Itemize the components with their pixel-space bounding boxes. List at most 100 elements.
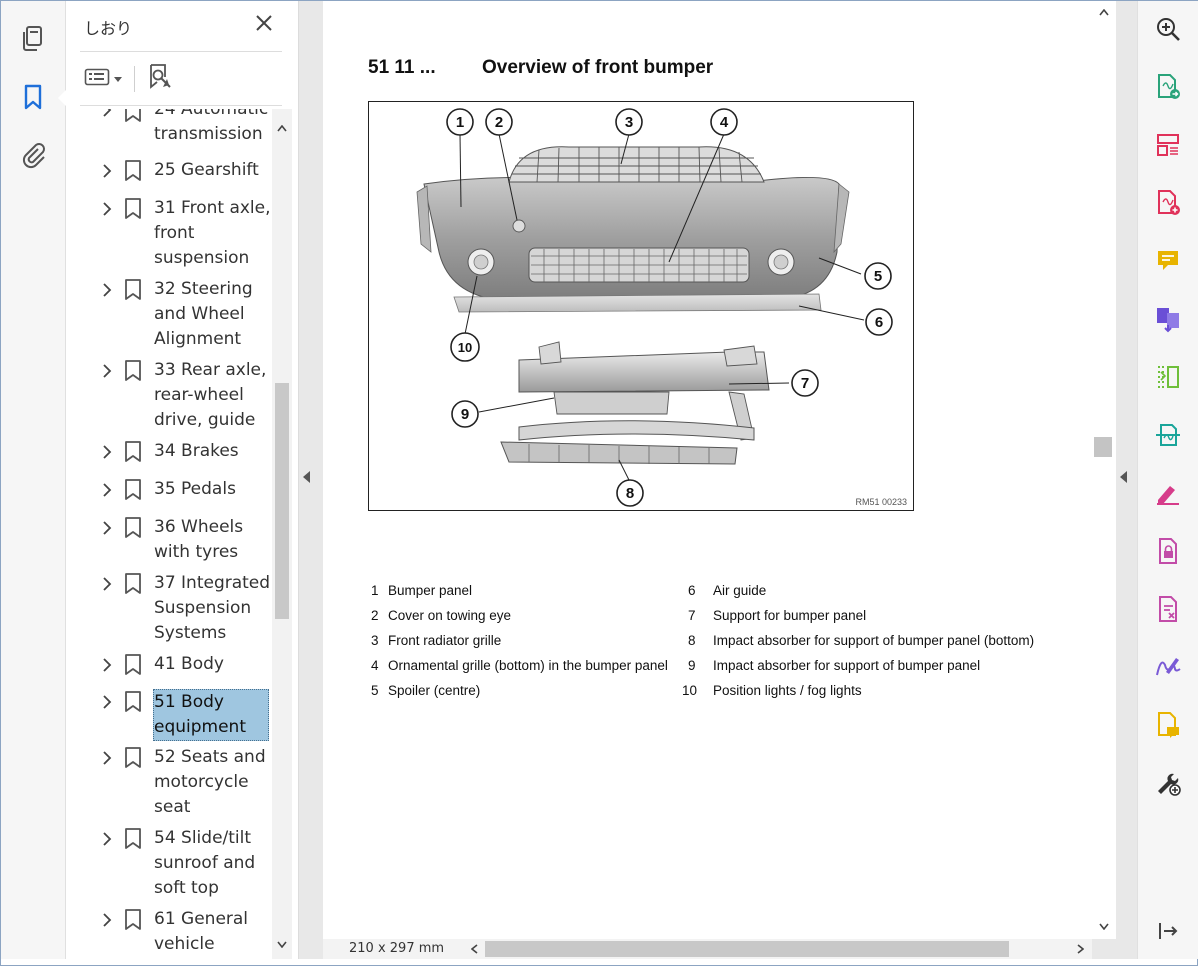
- collapse-right-panel-arrow[interactable]: [1120, 470, 1128, 488]
- pdf-page: 51 11 ... Overview of front bumper 1 2 3…: [323, 1, 1092, 939]
- bookmark-label: 54 Slide/tilt sunroof and soft top: [154, 828, 256, 898]
- pages-icon[interactable]: [19, 25, 47, 53]
- bookmark-search-icon: [147, 63, 173, 95]
- legend-text: Impact absorber for support of bumper pa…: [713, 658, 981, 673]
- attachment-icon[interactable]: [19, 141, 47, 169]
- chevron-right-icon[interactable]: [100, 202, 114, 216]
- panel-divider: [80, 51, 282, 52]
- bookmarks-panel-title: しおり: [84, 19, 133, 38]
- callout-3: 3: [615, 108, 643, 136]
- chevron-right-icon[interactable]: [100, 283, 114, 297]
- legend-number: 3: [371, 633, 379, 648]
- bookmark-icon[interactable]: [19, 83, 47, 111]
- export-pdf-icon[interactable]: [1154, 73, 1182, 101]
- legend-text: Spoiler (centre): [388, 683, 481, 698]
- bookmark-ribbon-icon: [125, 691, 141, 712]
- zoom-in-icon[interactable]: [1154, 15, 1182, 43]
- find-bookmark-button[interactable]: [147, 63, 173, 96]
- chevron-right-icon[interactable]: [100, 483, 114, 497]
- chevron-right-icon[interactable]: [100, 364, 114, 378]
- chevron-right-icon[interactable]: [100, 521, 114, 535]
- chevron-right-icon[interactable]: [100, 445, 114, 459]
- bookmark-ribbon-icon: [125, 909, 141, 930]
- chevron-right-icon[interactable]: [100, 695, 114, 709]
- bookmark-ribbon-icon: [125, 517, 141, 538]
- collapse-left-panel-arrow[interactable]: [303, 470, 311, 488]
- organize-pages-icon[interactable]: [1154, 131, 1182, 159]
- compress-icon[interactable]: [1154, 363, 1182, 391]
- bookmark-label: 24 Automatic transmission: [154, 109, 269, 144]
- svg-text:9: 9: [461, 406, 469, 423]
- legend-number: 8: [688, 633, 696, 648]
- chevron-right-icon[interactable]: [100, 164, 114, 178]
- legend-text: Ornamental grille (bottom) in the bumper…: [388, 658, 668, 673]
- more-tools-icon[interactable]: [1154, 769, 1182, 797]
- scroll-down-arrow[interactable]: [275, 937, 289, 951]
- list-options-icon: [84, 66, 110, 93]
- legend-number: 1: [371, 583, 379, 598]
- panel-divider: [80, 105, 282, 106]
- scan-icon[interactable]: [1154, 421, 1182, 449]
- bumper-illustration: 1 2 3 4 5 6 7 8 9 10: [416, 108, 893, 507]
- scroll-left-arrow[interactable]: [467, 942, 481, 956]
- toolbar-separator: [134, 66, 135, 92]
- bookmark-ribbon-icon: [125, 160, 141, 181]
- callout-5: 5: [864, 262, 892, 290]
- chevron-right-icon[interactable]: [100, 577, 114, 591]
- options-menu-button[interactable]: [84, 66, 122, 93]
- right-tools-rail: [1137, 1, 1198, 959]
- bookmark-label: 35 Pedals: [154, 479, 236, 499]
- chevron-right-icon[interactable]: [100, 109, 114, 117]
- bookmarks-panel: しおり 24 Automatic transmission 25 Gearshi…: [66, 1, 299, 959]
- bookmark-ribbon-icon: [125, 279, 141, 300]
- bumper-diagram: 1 2 3 4 5 6 7 8 9 10 RM51 00233: [368, 101, 914, 511]
- protect-icon[interactable]: [1154, 537, 1182, 565]
- scroll-up-arrow[interactable]: [275, 121, 289, 135]
- callout-8: 8: [616, 479, 644, 507]
- document-vertical-scrollbar[interactable]: [1092, 1, 1116, 939]
- send-comments-icon[interactable]: [1154, 711, 1182, 739]
- redact-icon[interactable]: [1154, 595, 1182, 623]
- svg-text:10: 10: [458, 340, 472, 355]
- legend-number: 9: [688, 658, 696, 673]
- svg-text:8: 8: [626, 485, 634, 502]
- legend-text: Position lights / fog lights: [713, 683, 862, 698]
- callout-4: 4: [710, 108, 738, 136]
- create-pdf-icon[interactable]: [1154, 189, 1182, 217]
- close-icon[interactable]: [252, 11, 276, 35]
- legend-number: 6: [688, 583, 696, 598]
- svg-text:3: 3: [625, 114, 633, 131]
- scroll-right-arrow[interactable]: [1073, 942, 1087, 956]
- bookmark-label: 33 Rear axle, rear-wheel drive, guide: [154, 360, 267, 430]
- scroll-up-arrow[interactable]: [1097, 5, 1111, 19]
- document-horizontal-scroll-thumb[interactable]: [485, 941, 1009, 957]
- chevron-right-icon[interactable]: [100, 658, 114, 672]
- signature-icon[interactable]: [1154, 653, 1182, 681]
- page-size-label: 210 x 297 mm: [349, 941, 445, 956]
- combine-files-icon[interactable]: [1154, 305, 1182, 333]
- scroll-down-arrow[interactable]: [1097, 919, 1111, 933]
- collapse-panel-icon[interactable]: [1154, 917, 1182, 945]
- fill-sign-icon[interactable]: [1154, 479, 1182, 507]
- bookmark-ribbon-icon: [125, 109, 141, 122]
- legend-number: 7: [688, 608, 696, 623]
- page-title: Overview of front bumper: [482, 57, 714, 78]
- chevron-right-icon[interactable]: [100, 751, 114, 765]
- legend-number: 2: [371, 608, 379, 623]
- document-vertical-scroll-thumb[interactable]: [1094, 437, 1112, 457]
- legend-text: Front radiator grille: [388, 633, 502, 648]
- bookmark-ribbon-icon: [125, 198, 141, 219]
- svg-text:5: 5: [874, 268, 882, 285]
- chevron-right-icon[interactable]: [100, 913, 114, 927]
- document-status-bar: 210 x 297 mm: [323, 939, 1092, 959]
- bookmark-label: 32 Steering and Wheel Alignment: [154, 279, 253, 349]
- bookmark-label: 37 Integrated Suspension Systems: [154, 573, 271, 643]
- chevron-right-icon[interactable]: [100, 832, 114, 846]
- bookmark-label: 52 Seats and motorcycle seat: [154, 747, 266, 817]
- bookmark-ribbon-icon: [125, 441, 141, 462]
- legend-text: Cover on towing eye: [388, 608, 512, 623]
- legend-text: Air guide: [713, 583, 767, 598]
- comment-icon[interactable]: [1154, 247, 1182, 275]
- bookmarks-scroll-thumb[interactable]: [275, 383, 289, 619]
- figure-code: RM51 00233: [855, 497, 907, 507]
